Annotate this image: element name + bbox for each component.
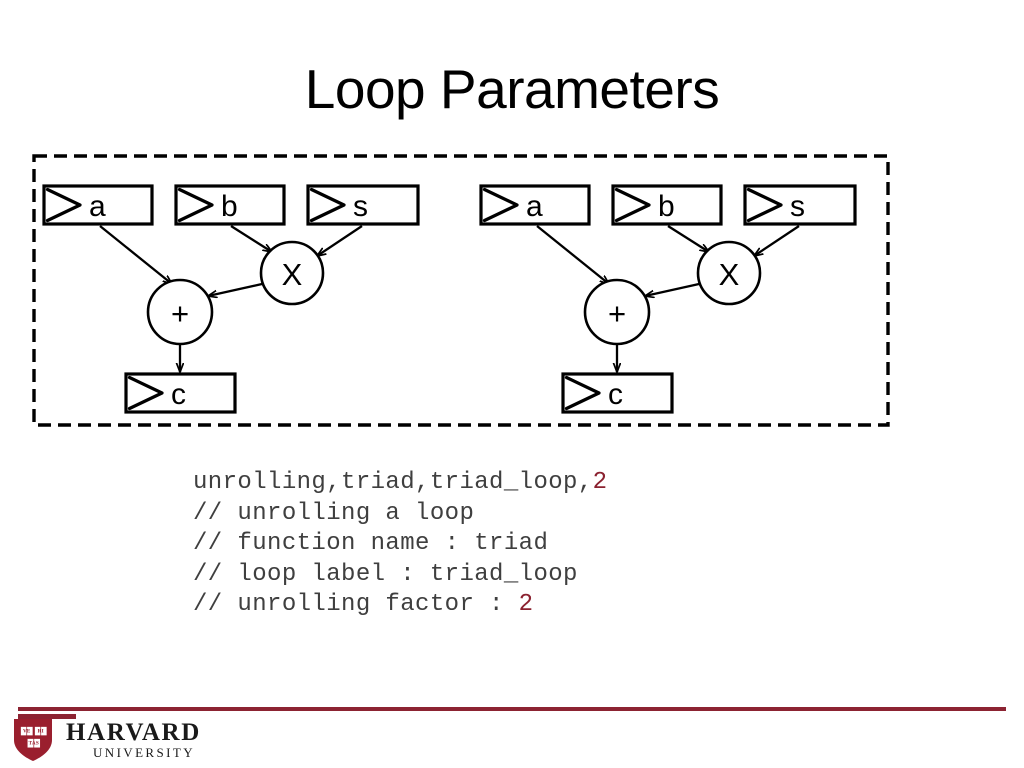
port-triangle-icon xyxy=(45,187,82,223)
code-line-4: // loop label : triad_loop xyxy=(193,560,607,591)
code-token-plain: // function name : triad xyxy=(193,530,549,557)
iteration-1-input-port-a: a xyxy=(42,184,154,226)
iteration-1-output-port-c: c xyxy=(124,372,237,414)
edge-b-to-mul xyxy=(230,225,272,253)
harvard-shield-icon: VE RI TAS xyxy=(14,719,52,761)
directive-code-block: unrolling,triad,triad_loop,2// unrolling… xyxy=(193,468,607,621)
code-line-5: // unrolling factor : 2 xyxy=(193,590,607,621)
iteration-2-group: a b s X + c xyxy=(479,184,857,414)
iteration-1-input-s-label: s xyxy=(353,190,368,223)
iteration-2-input-b-label: b xyxy=(658,190,675,223)
port-triangle-icon xyxy=(177,187,214,223)
edge-mul-to-add xyxy=(645,282,700,296)
iteration-2-input-port-s: s xyxy=(743,184,857,226)
code-token-plain: unrolling,triad,triad_loop, xyxy=(193,469,593,496)
port-triangle-icon xyxy=(564,375,601,411)
iteration-2-output-c-label: c xyxy=(608,378,623,411)
port-triangle-icon xyxy=(614,187,651,223)
iteration-1-input-port-b: b xyxy=(174,184,286,226)
edge-b-to-mul xyxy=(667,225,709,253)
iteration-2-input-a-label: a xyxy=(526,190,543,223)
iteration-2-output-port-c: c xyxy=(561,372,674,414)
iteration-2-add-label: + xyxy=(608,296,626,331)
code-line-1: unrolling,triad,triad_loop,2 xyxy=(193,468,607,499)
code-token-plain: // unrolling a loop xyxy=(193,499,475,527)
unroll-region-border xyxy=(32,154,890,427)
iteration-2-input-port-a: a xyxy=(479,184,591,226)
iteration-1-output-c-label: c xyxy=(171,378,186,411)
harvard-logo: VE RI TAS HARVARD UNIVERSITY xyxy=(10,716,240,764)
iteration-1-add-label: + xyxy=(171,296,189,331)
iteration-1-multiply-label: X xyxy=(282,257,303,292)
harvard-wordmark: HARVARD xyxy=(66,719,201,746)
shield-book-ri-text: RI xyxy=(38,728,44,734)
shield-book-ve-text: VE xyxy=(23,728,31,734)
iteration-1-add-node: + xyxy=(146,278,214,346)
iteration-2-add-node: + xyxy=(583,278,651,346)
shield-book-tas-text: TAS xyxy=(29,741,39,747)
iteration-1-group: a b s X + c xyxy=(42,184,420,414)
iteration-1-input-b-label: b xyxy=(221,190,238,223)
iteration-2-multiply-node: X xyxy=(696,240,762,306)
port-triangle-icon xyxy=(746,187,783,223)
shield-book-ve: VE xyxy=(20,726,34,737)
code-line-2: // unrolling a loop xyxy=(193,499,607,530)
footer-rule xyxy=(18,707,1006,711)
code-token-plain: // unrolling factor : xyxy=(193,591,519,618)
iteration-1-input-a-label: a xyxy=(89,190,106,223)
code-token-plain: // loop label : triad_loop xyxy=(193,560,578,588)
harvard-subtitle: UNIVERSITY xyxy=(93,745,195,760)
harvard-logo-canvas: VE RI TAS HARVARD UNIVERSITY xyxy=(14,719,201,761)
iteration-2-multiply-label: X xyxy=(719,257,740,292)
edge-s-to-mul xyxy=(317,225,363,256)
page-title: Loop Parameters xyxy=(304,58,720,120)
edge-mul-to-add xyxy=(208,282,263,296)
iteration-2-input-s-label: s xyxy=(790,190,805,223)
iteration-2-input-port-b: b xyxy=(611,184,723,226)
port-triangle-icon xyxy=(127,375,164,411)
edge-s-to-mul xyxy=(754,225,800,256)
iteration-1-multiply-node: X xyxy=(259,240,325,306)
code-token-number: 2 xyxy=(592,469,608,496)
shield-book-tas: TAS xyxy=(26,738,41,749)
code-line-3: // function name : triad xyxy=(193,529,607,560)
shield-book-ri: RI xyxy=(34,726,48,737)
edge-a-to-add xyxy=(536,225,609,284)
code-token-number: 2 xyxy=(518,591,534,618)
edge-a-to-add xyxy=(99,225,172,284)
port-triangle-icon xyxy=(309,187,346,223)
iteration-1-input-port-s: s xyxy=(306,184,420,226)
port-triangle-icon xyxy=(482,187,519,223)
